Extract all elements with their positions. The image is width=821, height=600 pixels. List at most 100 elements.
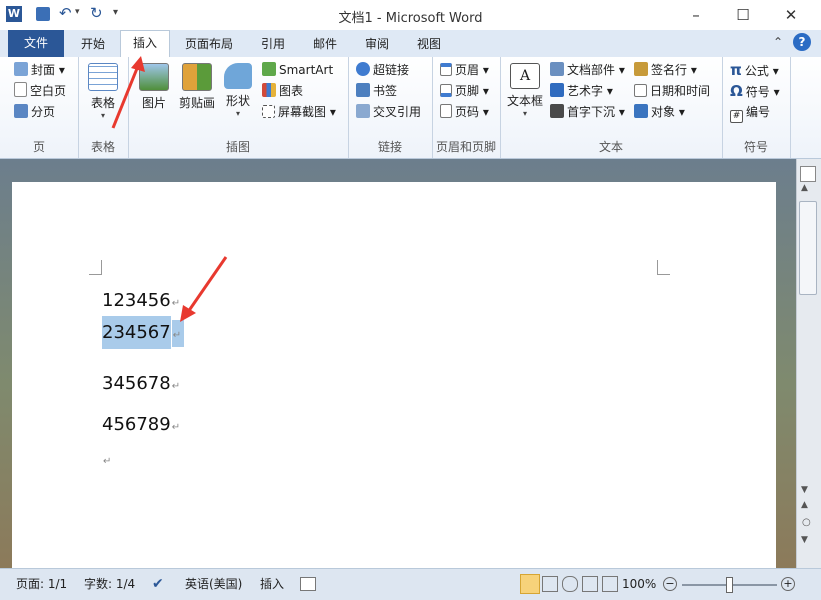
- date-time-button[interactable]: 日期和时间: [634, 81, 710, 101]
- ribbon-collapse-icon[interactable]: ⌃: [773, 35, 783, 49]
- hyperlink-button[interactable]: 超链接: [356, 60, 409, 80]
- tab-file[interactable]: 文件: [8, 30, 64, 57]
- maximize-button[interactable]: ☐: [720, 0, 766, 30]
- page-count-status[interactable]: 页面: 1/1: [16, 569, 67, 600]
- shapes-label: 形状: [225, 94, 250, 108]
- wordart-label: 艺术字: [567, 84, 604, 98]
- numbering-label: 编号: [746, 105, 771, 119]
- tab-view[interactable]: 视图: [406, 32, 452, 56]
- language-status[interactable]: 英语(美国): [185, 569, 242, 600]
- group-illustrations: 图片 剪贴画 形状 ▾ SmartArt 图表 屏幕截图 ▾ 插图: [128, 57, 349, 158]
- symbol-button[interactable]: Ω 符号 ▾: [730, 81, 780, 101]
- picture-button[interactable]: 图片: [136, 63, 172, 111]
- page-number-label: 页码: [455, 105, 480, 119]
- screenshot-label: 屏幕截图: [278, 105, 327, 119]
- zoom-level[interactable]: 100%: [622, 569, 656, 600]
- zoom-in-icon[interactable]: +: [781, 577, 795, 591]
- table-button-label: 表格: [90, 96, 115, 110]
- chart-button[interactable]: 图表: [262, 81, 303, 101]
- shapes-button[interactable]: 形状 ▾: [220, 63, 256, 118]
- full-screen-reading-icon[interactable]: [542, 576, 558, 592]
- paragraph-mark: ↵: [171, 298, 181, 309]
- smartart-icon: [262, 62, 276, 76]
- drop-cap-button[interactable]: 首字下沉 ▾: [550, 102, 625, 122]
- page-break-icon: [14, 104, 28, 118]
- signature-line-icon: [634, 62, 648, 76]
- smartart-button[interactable]: SmartArt: [262, 60, 333, 80]
- document-line-4[interactable]: 456789↵: [102, 414, 180, 435]
- document-line-empty[interactable]: ↵: [102, 448, 111, 469]
- insert-mode-status[interactable]: 插入: [260, 569, 284, 600]
- scroll-down-arrow-icon[interactable]: ▼: [801, 485, 808, 495]
- page-number-button[interactable]: 页码 ▾: [440, 102, 489, 122]
- help-icon[interactable]: ?: [793, 33, 811, 51]
- group-label-illustrations: 插图: [225, 140, 250, 154]
- minimize-button[interactable]: –: [673, 0, 719, 30]
- wordart-button[interactable]: 艺术字 ▾: [550, 81, 613, 101]
- document-line-1[interactable]: 123456↵: [102, 290, 180, 311]
- document-line-2[interactable]: 234567 ↵: [102, 316, 185, 349]
- page-break-button[interactable]: 分页: [14, 102, 55, 122]
- header-label: 页眉: [455, 63, 480, 77]
- bookmark-button[interactable]: 书签: [356, 81, 397, 101]
- footer-icon: [440, 84, 452, 97]
- document-page[interactable]: 123456↵ 234567 ↵ 345678↵ 456789↵ ↵: [12, 182, 776, 568]
- header-button[interactable]: 页眉 ▾: [440, 60, 489, 80]
- selected-text[interactable]: 234567: [102, 316, 171, 349]
- next-page-icon[interactable]: ▼: [801, 535, 808, 545]
- table-button[interactable]: 表格 ▾: [85, 63, 121, 120]
- group-label-text: 文本: [598, 140, 623, 154]
- draft-view-icon[interactable]: [602, 576, 618, 592]
- tab-page-layout[interactable]: 页面布局: [176, 32, 242, 56]
- ruler-toggle-icon[interactable]: [800, 166, 816, 182]
- close-button[interactable]: ✕: [768, 0, 814, 30]
- cover-page-button[interactable]: 封面 ▾: [14, 60, 65, 80]
- cover-page-icon: [14, 62, 28, 76]
- quick-parts-button[interactable]: 文档部件 ▾: [550, 60, 625, 80]
- object-icon: [634, 104, 648, 118]
- table-icon: [88, 63, 118, 91]
- outline-view-icon[interactable]: [582, 576, 598, 592]
- web-layout-icon[interactable]: [562, 576, 578, 592]
- word-count-status[interactable]: 字数: 1/4: [84, 569, 135, 600]
- footer-button[interactable]: 页脚 ▾: [440, 81, 489, 101]
- equation-button[interactable]: π 公式 ▾: [730, 60, 779, 80]
- scroll-up-arrow-icon[interactable]: ▲: [801, 183, 808, 193]
- page-break-label: 分页: [31, 105, 56, 119]
- cross-reference-button[interactable]: 交叉引用: [356, 102, 421, 122]
- tab-references[interactable]: 引用: [250, 32, 296, 56]
- tab-home[interactable]: 开始: [70, 32, 116, 56]
- zoom-slider-thumb[interactable]: [726, 577, 733, 593]
- browse-object-icon[interactable]: ○: [802, 517, 811, 528]
- clipart-button[interactable]: 剪贴画: [176, 63, 218, 111]
- vertical-scrollbar[interactable]: ▲ ▼ ▲ ○ ▼: [796, 159, 821, 568]
- numbering-button[interactable]: # 编号: [730, 102, 771, 123]
- bookmark-icon: [356, 83, 370, 97]
- numbering-icon: #: [730, 110, 743, 123]
- zoom-out-icon[interactable]: −: [663, 577, 677, 591]
- proofing-icon[interactable]: ✔: [152, 569, 164, 600]
- blank-page-icon: [14, 82, 27, 97]
- textbox-button[interactable]: A 文本框 ▾: [504, 63, 546, 118]
- blank-page-button[interactable]: 空白页: [14, 81, 66, 101]
- signature-line-button[interactable]: 签名行 ▾: [634, 60, 697, 80]
- cross-reference-label: 交叉引用: [373, 105, 422, 119]
- line-text: 456789: [102, 414, 171, 435]
- document-line-3[interactable]: 345678↵: [102, 373, 180, 394]
- signature-line-label: 签名行: [651, 63, 688, 77]
- date-time-icon: [634, 84, 647, 97]
- tab-insert[interactable]: 插入: [120, 30, 170, 58]
- previous-page-icon[interactable]: ▲: [801, 500, 808, 510]
- tab-mailings[interactable]: 邮件: [302, 32, 348, 56]
- object-button[interactable]: 对象 ▾: [634, 102, 685, 122]
- scroll-thumb[interactable]: [799, 201, 817, 295]
- group-label-links: 链接: [377, 140, 402, 154]
- screenshot-button[interactable]: 屏幕截图 ▾: [262, 102, 336, 122]
- symbol-label: 符号: [745, 85, 770, 99]
- print-layout-view-icon[interactable]: [520, 574, 540, 594]
- line-text: 345678: [102, 373, 171, 394]
- macro-record-icon[interactable]: [300, 577, 316, 591]
- smartart-label: SmartArt: [279, 63, 334, 77]
- clipart-label: 剪贴画: [178, 96, 215, 110]
- tab-review[interactable]: 审阅: [354, 32, 400, 56]
